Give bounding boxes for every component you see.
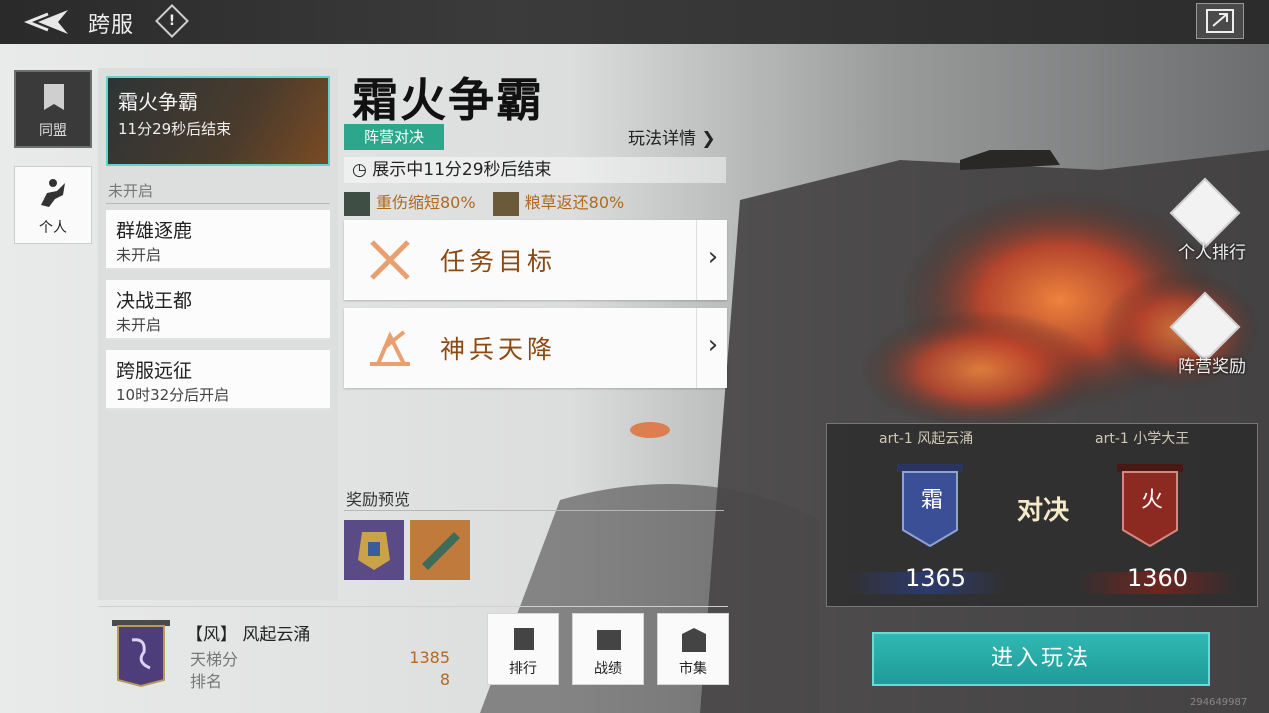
camp-rewards-button[interactable]: 阵营奖励 <box>1166 291 1258 384</box>
left-faction-name: art-1 风起云涌 <box>879 431 974 447</box>
mode-item[interactable]: 决战王都 未开启 <box>106 280 330 340</box>
left-flag-char: 霜 <box>921 488 944 513</box>
time-remaining: 展示中11分29秒后结束 <box>372 160 552 180</box>
divine-weapons-button[interactable]: 神兵天降 › <box>344 308 727 388</box>
chevron-right-icon: ❯ <box>701 129 716 149</box>
versus-text: 对决 <box>1017 496 1070 526</box>
section-label-not-open: 未开启 <box>108 182 154 200</box>
exit-button[interactable] <box>1196 3 1244 39</box>
crossed-swords-icon <box>370 240 410 280</box>
tab-personal-label: 个人 <box>39 220 67 236</box>
divider <box>696 220 697 300</box>
chevron-right-icon: › <box>707 242 719 272</box>
buff-text: 重伤缩短80% <box>376 193 476 212</box>
mode-title: 霜火争霸 <box>352 73 544 127</box>
mode-item[interactable]: 群雄逐鹿 未开启 <box>106 210 330 270</box>
buff-text: 粮草返还80% <box>524 193 625 212</box>
rank-label: 排名 <box>190 672 223 691</box>
exit-icon <box>1206 9 1234 33</box>
buff-row: 重伤缩短80% 粮草返还80% <box>344 189 624 216</box>
bottom-button-label: 市集 <box>679 661 707 677</box>
player-name: 【风】 风起云涌 <box>186 625 311 645</box>
mode-name: 霜火争霸 <box>118 90 198 114</box>
ranking-icon <box>514 628 534 650</box>
horseman-icon <box>41 179 65 207</box>
left-score: 1365 <box>905 564 967 592</box>
clock-icon: ◷ <box>352 160 367 180</box>
mode-item-active[interactable]: 霜火争霸 11分29秒后结束 <box>106 76 330 166</box>
right-flag-char: 火 <box>1141 488 1164 513</box>
player-banner-icon <box>112 620 170 688</box>
chevron-right-icon: › <box>707 330 719 360</box>
catapult-icon <box>370 330 410 366</box>
banner-icon <box>44 84 64 110</box>
exclamation-icon: ! <box>168 13 176 29</box>
bottom-button-label: 战绩 <box>594 661 622 677</box>
side-button-label: 个人排行 <box>1178 243 1246 263</box>
reward-item[interactable] <box>344 520 404 580</box>
side-button-label: 阵营奖励 <box>1178 357 1246 377</box>
scroll-reward-icon <box>422 532 460 570</box>
page-title: 跨服 <box>88 13 135 38</box>
right-score: 1360 <box>1127 564 1189 592</box>
mode-name: 决战王都 <box>116 290 193 312</box>
personal-ranking-button[interactable]: 个人排行 <box>1166 177 1258 270</box>
bottom-button-label: 排行 <box>509 661 537 677</box>
armor-reward-icon <box>358 532 390 570</box>
action-label: 任务目标 <box>440 247 557 276</box>
reward-item[interactable] <box>410 520 470 580</box>
rules-link-label: 玩法详情 <box>628 129 696 149</box>
back-button[interactable] <box>18 4 78 40</box>
versus-panel: art-1 风起云涌 art-1 小学大王 霜 火 对决 1365 1360 <box>826 423 1258 607</box>
mode-item[interactable]: 跨服远征 10时32分后开启 <box>106 350 330 410</box>
market-icon <box>682 628 706 652</box>
divider <box>344 510 724 511</box>
healing-icon <box>344 191 370 216</box>
tab-alliance[interactable]: 同盟 <box>14 70 92 148</box>
rewards-label: 奖励预览 <box>346 490 411 509</box>
ranking-button[interactable]: 排行 <box>487 613 559 685</box>
time-row: ◷ 展示中11分29秒后结束 <box>344 157 726 183</box>
action-label: 神兵天降 <box>440 335 557 364</box>
divider <box>696 308 697 388</box>
build-id: 294649987 <box>1190 697 1248 708</box>
mode-status: 未开启 <box>116 316 162 334</box>
right-faction-name: art-1 小学大王 <box>1095 431 1190 447</box>
top-bar <box>0 0 1269 44</box>
mode-status: 10时32分后开启 <box>116 386 230 404</box>
mode-tag: 阵营对决 <box>344 124 444 150</box>
divider <box>98 606 728 607</box>
back-arrow-icon <box>23 10 68 34</box>
tab-alliance-label: 同盟 <box>39 123 67 139</box>
enter-mode-button[interactable]: 进入玩法 <box>872 632 1210 686</box>
ladder-value: 1385 <box>409 648 450 667</box>
market-button[interactable]: 市集 <box>657 613 729 685</box>
mode-name: 群雄逐鹿 <box>116 220 193 242</box>
record-icon <box>597 630 621 650</box>
battle-record-button[interactable]: 战绩 <box>572 613 644 685</box>
mode-status: 未开启 <box>116 246 162 264</box>
task-objectives-button[interactable]: 任务目标 › <box>344 220 727 300</box>
mode-name: 跨服远征 <box>116 360 193 382</box>
rules-link[interactable]: 玩法详情 ❯ <box>628 124 716 149</box>
rank-value: 8 <box>439 670 450 689</box>
grain-icon <box>492 191 519 216</box>
ladder-label: 天梯分 <box>190 650 239 669</box>
tab-personal[interactable]: 个人 <box>14 166 92 244</box>
mode-status: 11分29秒后结束 <box>118 120 232 138</box>
divider <box>106 203 330 204</box>
